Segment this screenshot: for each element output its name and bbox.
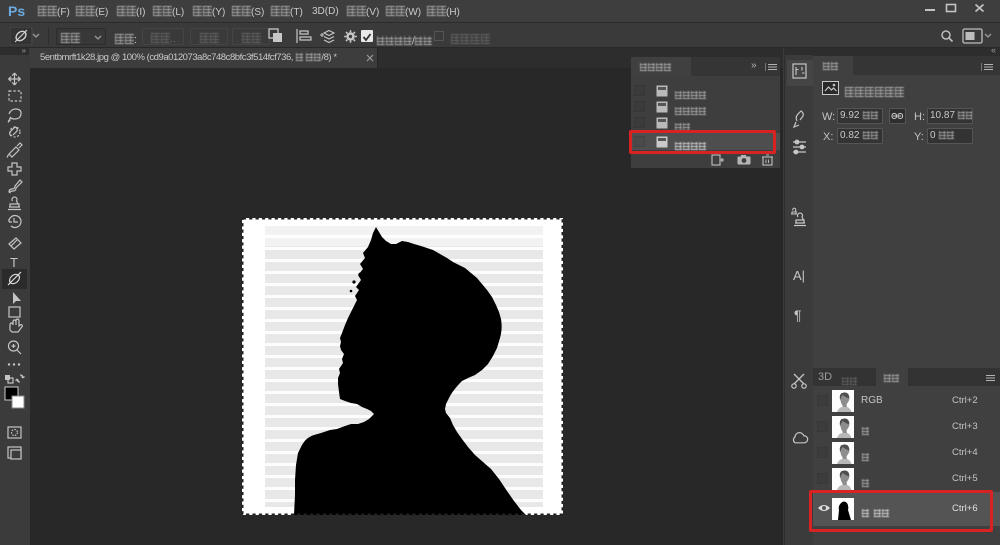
svg-text:A|: A|: [793, 268, 805, 283]
svg-text:¶: ¶: [794, 307, 802, 323]
svg-text:T: T: [10, 255, 18, 270]
